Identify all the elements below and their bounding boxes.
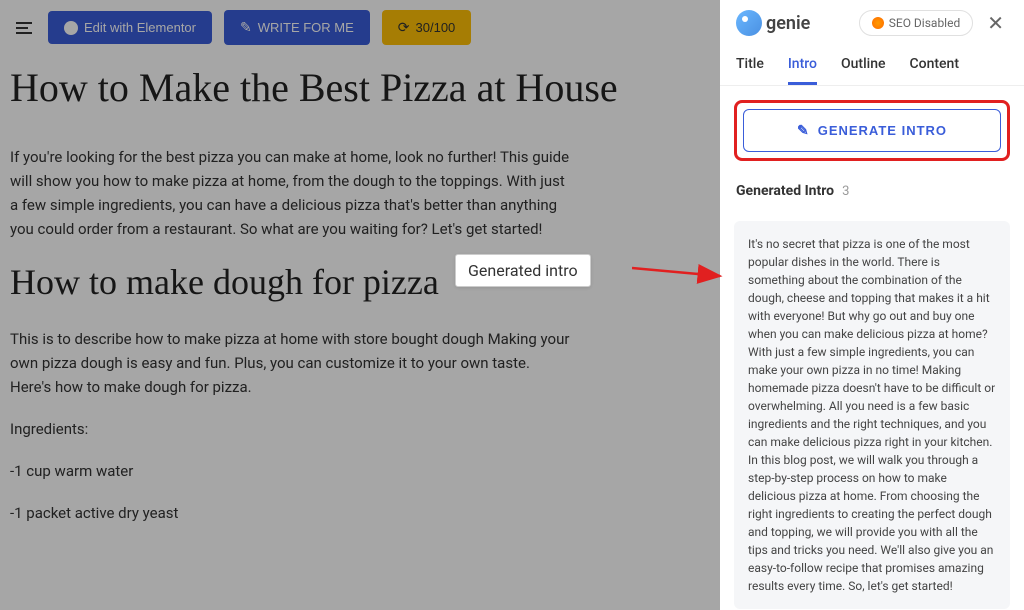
- tab-content[interactable]: Content: [910, 46, 960, 85]
- tab-intro[interactable]: Intro: [788, 46, 817, 85]
- seo-disabled-badge[interactable]: SEO Disabled: [859, 10, 973, 36]
- page-title: How to Make the Best Pizza at House: [10, 63, 710, 113]
- generated-count: 3: [842, 184, 849, 199]
- edit-elementor-button[interactable]: Edit with Elementor: [48, 11, 212, 44]
- seo-badge-label: SEO Disabled: [889, 16, 960, 30]
- generated-intro-heading: Generated Intro: [736, 183, 834, 199]
- section-heading: How to make dough for pizza: [10, 261, 710, 303]
- paragraph: If you're looking for the best pizza you…: [10, 145, 570, 241]
- seo-score-button[interactable]: 30/100: [382, 10, 472, 45]
- annotation-label: Generated intro: [455, 254, 591, 287]
- menu-icon[interactable]: [12, 18, 36, 38]
- paragraph: Ingredients:: [10, 417, 570, 441]
- annotation-arrow-icon: [632, 258, 732, 288]
- paragraph: -1 packet active dry yeast: [10, 501, 570, 525]
- generate-intro-button[interactable]: GENERATE INTRO: [743, 109, 1001, 152]
- paragraph: -1 cup warm water: [10, 459, 570, 483]
- tab-title[interactable]: Title: [736, 46, 764, 85]
- tab-outline[interactable]: Outline: [841, 46, 886, 85]
- close-icon[interactable]: ✕: [983, 11, 1008, 35]
- generate-highlight-box: GENERATE INTRO: [734, 100, 1010, 161]
- genie-icon: [736, 10, 762, 36]
- brand-name: genie: [766, 13, 810, 34]
- paragraph: This is to describe how to make pizza at…: [10, 327, 570, 399]
- write-for-me-button[interactable]: WRITE FOR ME: [224, 10, 370, 45]
- genie-logo: genie: [736, 10, 810, 36]
- intro-card[interactable]: It's no secret that pizza is one of the …: [734, 221, 1010, 609]
- seo-badge-icon: [872, 17, 884, 29]
